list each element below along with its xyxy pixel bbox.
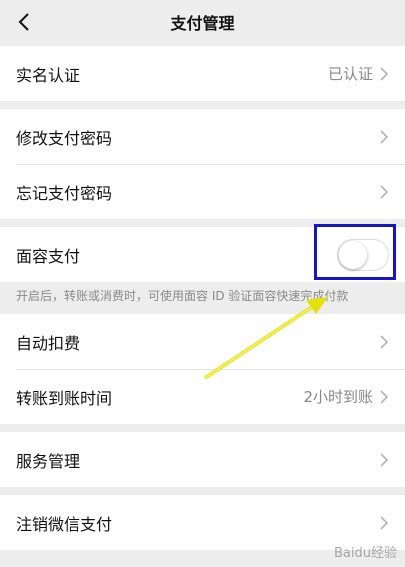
back-button[interactable] — [10, 8, 38, 36]
nav-bar: 支付管理 — [0, 0, 405, 44]
cell-label: 修改支付密码 — [16, 128, 113, 148]
cell-label: 自动扣费 — [16, 333, 81, 353]
cell-auto-deduct[interactable]: 自动扣费 — [0, 314, 405, 369]
page-title: 支付管理 — [170, 14, 235, 33]
cell-label: 注销微信支付 — [16, 514, 113, 534]
cell-transfer-time[interactable]: 转账到账时间 2小时到账 — [0, 369, 405, 424]
cell-label: 服务管理 — [16, 451, 81, 471]
chevron-left-icon — [18, 13, 29, 31]
watermark-logo: Baidu经验 — [334, 546, 397, 561]
identity-group: 实名认证 已认证 — [0, 46, 405, 101]
cell-value: 已认证 — [327, 65, 373, 83]
cell-label: 转账到账时间 — [16, 388, 113, 408]
cell-forgot-password[interactable]: 忘记支付密码 — [0, 164, 405, 219]
service-group: 服务管理 — [0, 432, 405, 487]
cell-label: 忘记支付密码 — [16, 183, 113, 203]
password-group: 修改支付密码 忘记支付密码 — [0, 109, 405, 219]
cell-real-name-auth[interactable]: 实名认证 已认证 — [0, 46, 405, 101]
cell-label: 面容支付 — [16, 246, 81, 266]
chevron-right-icon — [380, 515, 389, 530]
cell-change-password[interactable]: 修改支付密码 — [0, 109, 405, 164]
cell-service-management[interactable]: 服务管理 — [0, 432, 405, 487]
chevron-right-icon — [380, 334, 389, 349]
chevron-right-icon — [380, 452, 389, 467]
highlight-box — [314, 224, 396, 280]
chevron-right-icon — [380, 184, 389, 199]
cell-label: 实名认证 — [16, 65, 81, 85]
transfer-group: 自动扣费 转账到账时间 2小时到账 — [0, 314, 405, 424]
face-pay-note: 开启后，转账或消费时，可使用面容 ID 验证面容快速完成付款 — [0, 282, 405, 314]
chevron-right-icon — [380, 129, 389, 144]
chevron-right-icon — [380, 389, 389, 404]
cell-value: 2小时到账 — [303, 388, 373, 406]
chevron-right-icon — [380, 66, 389, 81]
